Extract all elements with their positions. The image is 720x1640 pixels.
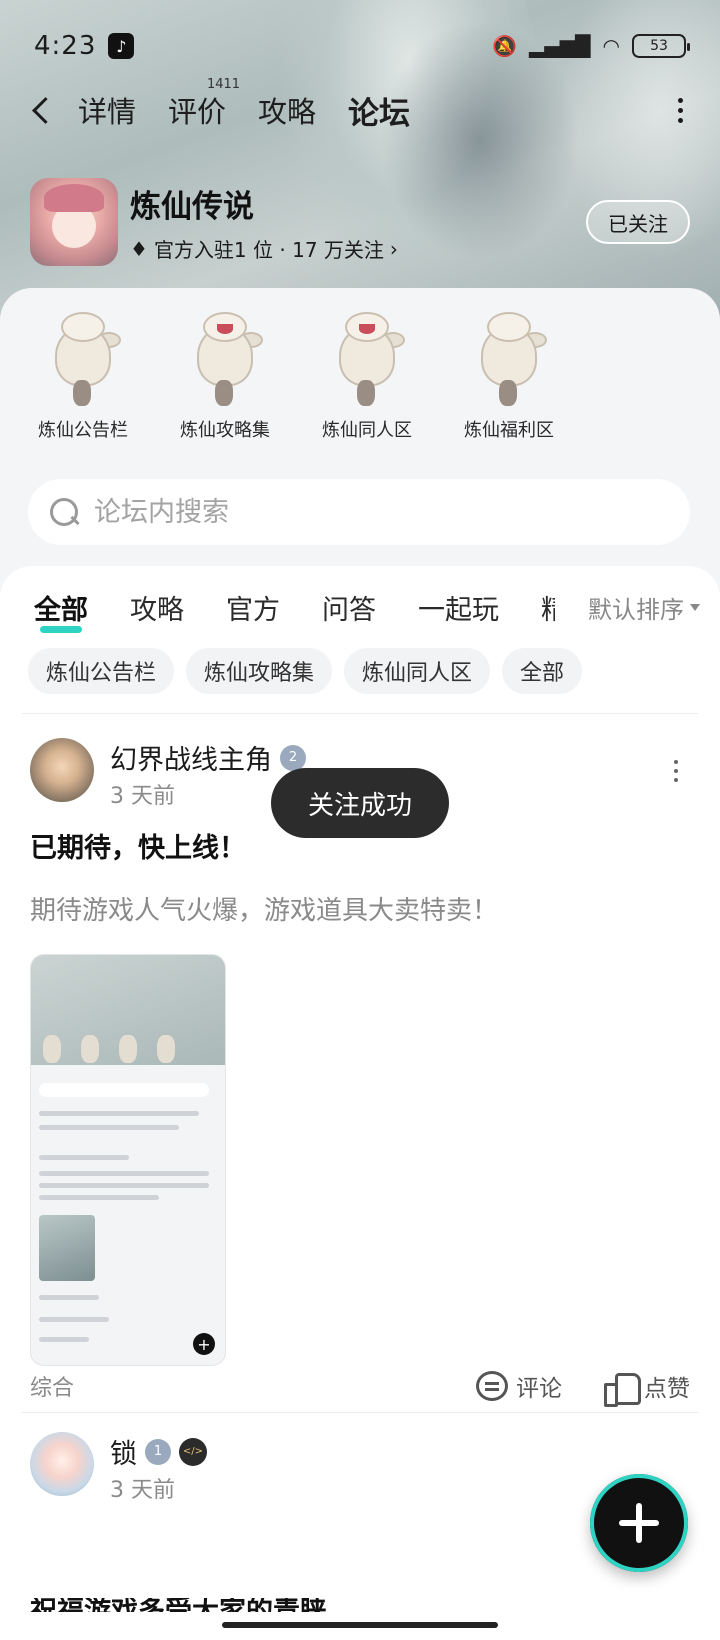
developer-badge-icon <box>179 1437 207 1466</box>
zone-welfare[interactable]: 炼仙福利区 <box>450 308 568 442</box>
signal-icon: ▂▄▆█ <box>529 34 591 58</box>
post-more-icon[interactable] <box>672 756 680 786</box>
post-body: 期待游戏人气火爆，游戏道具大卖特卖！ <box>30 896 499 926</box>
tab-forum[interactable]: 论坛 <box>348 88 410 135</box>
forum-search-bar[interactable] <box>28 479 690 545</box>
post-feed: 全部 攻略 官方 问答 一起玩 精华 默认排序 炼仙公告栏 炼仙攻略集 炼仙同人… <box>0 566 720 1640</box>
zone-guides[interactable]: 炼仙攻略集 <box>166 308 284 442</box>
comment-label: 评论 <box>516 1376 562 1402</box>
chip-announcements[interactable]: 炼仙公告栏 <box>28 648 175 694</box>
game-title: 炼仙传说 <box>130 189 254 225</box>
filter-tab-guides[interactable]: 攻略 <box>130 588 184 627</box>
battery-level: 53 <box>650 38 668 54</box>
author-name: 幻界战线主角 <box>110 745 272 776</box>
like-button[interactable]: 点赞 <box>604 1369 690 1407</box>
filter-tab-featured[interactable]: 精华 <box>541 588 555 627</box>
game-meta-link[interactable]: ♦ 官方入驻1 位 · 17 万关注 › <box>130 234 398 263</box>
forum-zones: 炼仙公告栏 炼仙攻略集 炼仙同人区 炼仙福利区 <box>24 308 568 442</box>
followed-button[interactable]: 已关注 <box>586 200 690 244</box>
tiktok-notification-icon: ♪ <box>108 33 135 59</box>
tab-reviews[interactable]: 评价 1411 <box>168 77 240 131</box>
game-info: 炼仙传说 ♦ 官方入驻1 位 · 17 万关注 › 已关注 <box>30 177 690 267</box>
tab-reviews-label: 评价 <box>168 95 227 129</box>
wifi-icon: ◠ <box>602 34 620 58</box>
avatar[interactable] <box>30 1432 94 1496</box>
zone-label: 炼仙同人区 <box>322 420 412 441</box>
mascot-icon <box>45 308 121 408</box>
zone-fanart[interactable]: 炼仙同人区 <box>308 308 426 442</box>
post-category-tag[interactable]: 综合 <box>30 1370 74 1402</box>
top-nav: 详情 评价 1411 攻略 论坛 <box>30 77 690 140</box>
back-arrow-icon[interactable] <box>30 90 66 130</box>
chip-guides[interactable]: 炼仙攻略集 <box>186 648 333 694</box>
filter-tab-qa[interactable]: 问答 <box>322 588 376 627</box>
status-bar: 4:23 ♪ 🔕 ▂▄▆█ ◠ 53 <box>34 26 690 66</box>
status-icons: 🔕 ▂▄▆█ ◠ 53 <box>492 34 690 58</box>
search-icon <box>48 496 80 528</box>
zone-announcements[interactable]: 炼仙公告栏 <box>24 308 142 442</box>
filter-tab-play-together[interactable]: 一起玩 <box>418 588 499 627</box>
avatar[interactable] <box>30 738 94 802</box>
zone-label: 炼仙福利区 <box>464 420 554 441</box>
post-time: 3 天前 <box>110 784 175 809</box>
post-actions: 综合 评论 点赞 <box>30 1366 690 1407</box>
tab-details[interactable]: 详情 <box>78 89 136 131</box>
zone-label: 炼仙攻略集 <box>180 420 270 441</box>
level-number: 1 <box>153 1444 163 1459</box>
battery-icon: 53 <box>632 34 690 58</box>
post-time: 3 天前 <box>110 1478 175 1503</box>
mute-icon: 🔕 <box>492 34 518 58</box>
game-icon[interactable] <box>30 178 118 266</box>
plus-icon <box>619 1503 659 1543</box>
level-badge-icon: 1 <box>145 1438 171 1465</box>
caret-down-icon <box>690 603 700 611</box>
create-post-button[interactable] <box>590 1474 688 1572</box>
more-options-icon[interactable] <box>670 90 690 130</box>
search-input[interactable] <box>94 496 654 528</box>
filter-tab-all[interactable]: 全部 <box>34 588 88 633</box>
post-author[interactable]: 幻界战线主角 2 <box>110 738 306 777</box>
zone-chips: 炼仙公告栏 炼仙攻略集 炼仙同人区 全部 <box>28 648 583 694</box>
mascot-icon <box>471 308 547 408</box>
forum-panel: 炼仙公告栏 炼仙攻略集 炼仙同人区 炼仙福利区 全部 攻略 官方 问答 一起玩 … <box>0 288 720 1640</box>
divider <box>22 713 698 714</box>
like-label: 点赞 <box>644 1376 690 1402</box>
filter-tab-official[interactable]: 官方 <box>226 588 280 627</box>
level-number: 2 <box>288 750 298 765</box>
status-time: 4:23 <box>34 31 97 61</box>
mascot-icon <box>329 308 405 408</box>
sort-label: 默认排序 <box>588 595 684 624</box>
chip-fanart[interactable]: 炼仙同人区 <box>344 648 491 694</box>
mascot-icon <box>187 308 263 408</box>
home-indicator[interactable] <box>222 1622 498 1628</box>
comment-icon <box>476 1371 508 1401</box>
post-author[interactable]: 锁 1 <box>110 1432 207 1471</box>
toast-message: 关注成功 <box>271 768 449 838</box>
tab-guides[interactable]: 攻略 <box>258 89 316 131</box>
review-count-badge: 1411 <box>206 77 241 92</box>
post-image-screenshot[interactable]: + <box>30 954 226 1366</box>
diamond-icon: ♦ <box>130 236 148 261</box>
zone-label: 炼仙公告栏 <box>38 420 128 441</box>
game-meta-text: 官方入驻1 位 · 17 万关注 <box>153 238 384 262</box>
filter-tabs: 全部 攻略 官方 问答 一起玩 精华 默认排序 <box>34 582 700 633</box>
thumbs-up-icon <box>604 1371 641 1407</box>
sort-dropdown[interactable]: 默认排序 <box>564 582 700 632</box>
post-title-partial: 祝福游戏多受大家的青睐 <box>30 1598 327 1612</box>
comment-button[interactable]: 评论 <box>476 1369 562 1403</box>
chip-all[interactable]: 全部 <box>502 648 583 694</box>
chevron-right-icon: › <box>389 236 398 261</box>
divider <box>22 1412 698 1413</box>
author-name: 锁 <box>110 1439 137 1470</box>
level-badge-icon: 2 <box>280 744 306 771</box>
post-title: 已期待，快上线！ <box>30 833 246 864</box>
